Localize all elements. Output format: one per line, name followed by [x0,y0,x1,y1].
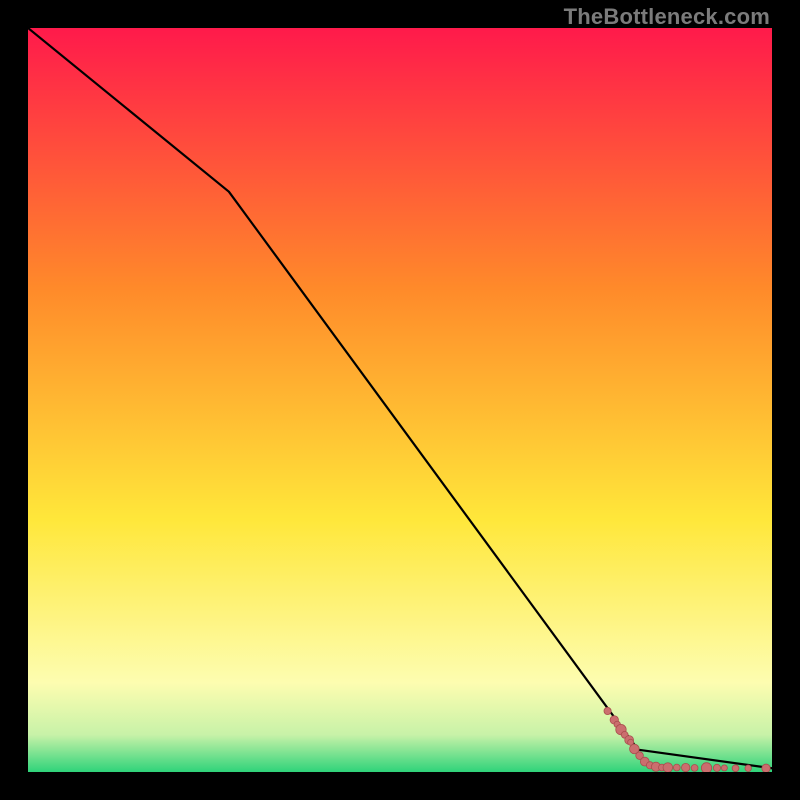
data-point [673,764,680,771]
data-point [701,763,711,772]
gradient-background [28,28,772,772]
data-point [691,765,698,772]
plot-svg [28,28,772,772]
data-point [732,765,739,772]
data-point [721,765,727,771]
data-point [745,765,751,771]
plot-area [28,28,772,772]
data-point [604,707,611,714]
chart-stage: TheBottleneck.com [0,0,800,800]
data-point [682,763,690,771]
watermark-text: TheBottleneck.com [564,4,770,30]
data-point [713,764,720,771]
data-point [762,764,770,772]
data-point [663,763,673,772]
